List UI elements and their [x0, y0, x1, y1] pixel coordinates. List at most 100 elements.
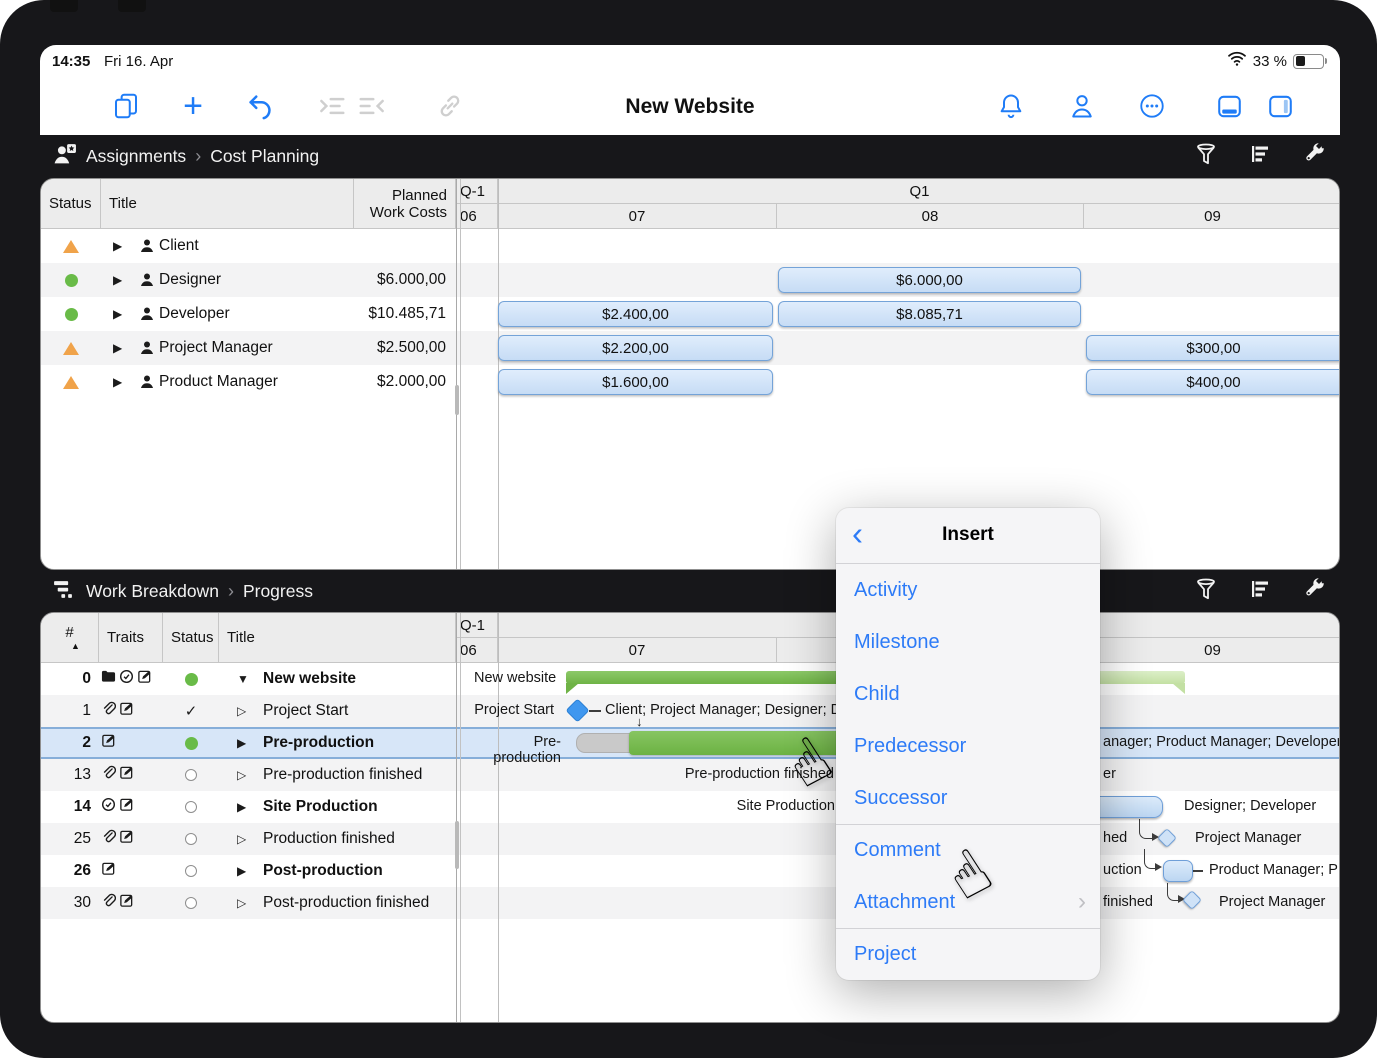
- more-button[interactable]: [1132, 86, 1172, 126]
- clock-icon: [119, 669, 134, 689]
- notifications-button[interactable]: [991, 86, 1031, 126]
- documents-button[interactable]: [106, 86, 146, 126]
- link-button[interactable]: [430, 86, 470, 126]
- cost-bar-developer-08[interactable]: $8.085,71: [778, 301, 1081, 327]
- disclosure-triangle[interactable]: ▼: [237, 663, 249, 695]
- pane2-breadcrumb[interactable]: Work Breakdown › Progress: [52, 570, 313, 613]
- col-header-planned-costs[interactable]: PlannedWork Costs: [354, 179, 456, 229]
- settings-wrench-icon[interactable]: [1302, 142, 1326, 171]
- cost-bar-developer-07[interactable]: $2.400,00: [498, 301, 773, 327]
- col-header-num[interactable]: #▲: [41, 613, 99, 663]
- menu-item-child[interactable]: Child: [836, 668, 1100, 720]
- col-header-status[interactable]: Status: [41, 179, 101, 229]
- col-header-title[interactable]: Title: [219, 613, 456, 663]
- paperclip-icon: [101, 701, 116, 721]
- pencil-icon: [119, 797, 134, 817]
- col-header-traits[interactable]: Traits: [99, 613, 163, 663]
- col-header-title[interactable]: Title: [101, 179, 354, 229]
- cost-bar-project-manager-09[interactable]: $300,00: [1086, 335, 1340, 361]
- gantt-resources-production-finished: Project Manager: [1195, 830, 1301, 846]
- right-panel-toggle[interactable]: [1260, 86, 1300, 126]
- disclosure-triangle[interactable]: ▶: [113, 297, 122, 331]
- filter-icon[interactable]: [1194, 142, 1218, 171]
- menu-item-predecessor[interactable]: Predecessor: [836, 720, 1100, 772]
- cost-bar-product-manager-09[interactable]: $400,00: [1086, 369, 1340, 395]
- resources-button[interactable]: [1062, 86, 1102, 126]
- clock-date: Fri 16. Apr: [104, 53, 173, 70]
- task-num: 0: [41, 663, 91, 695]
- table-chart-divider[interactable]: [456, 613, 457, 1022]
- outdent-button[interactable]: [352, 86, 392, 126]
- disclosure-triangle[interactable]: ▶: [237, 729, 246, 757]
- task-title: Post-production: [263, 855, 383, 887]
- gantt-resources-site-production: Designer; Developer: [1184, 798, 1316, 814]
- disclosure-triangle[interactable]: ▷: [237, 823, 246, 855]
- paperclip-icon: [101, 829, 116, 849]
- status-bar: 14:35 Fri 16. Apr 33 %: [40, 45, 1340, 78]
- planned-cost: [306, 229, 446, 263]
- gantt-resources-pre-production-tail: anager; Product Manager; Developer: [1103, 734, 1339, 750]
- bar-site-production[interactable]: [1091, 796, 1163, 818]
- add-button[interactable]: +: [173, 86, 213, 126]
- cost-bar-product-manager-07[interactable]: $1.600,00: [498, 369, 773, 395]
- status-cell: [41, 229, 101, 263]
- task-num: 25: [41, 823, 91, 855]
- gantt-label-project-start: Project Start: [469, 702, 554, 718]
- pane1-breadcrumb[interactable]: Assignments › Cost Planning: [52, 135, 319, 178]
- undo-button[interactable]: [240, 86, 280, 126]
- outline-view-icon[interactable]: [1248, 577, 1272, 606]
- gantt-label-new-website: New website: [474, 670, 556, 686]
- menu-item-successor[interactable]: Successor: [836, 772, 1100, 824]
- disclosure-triangle[interactable]: ▶: [113, 263, 122, 297]
- scroll-indicator[interactable]: [455, 385, 459, 415]
- traits-cell: [101, 855, 116, 887]
- dependency-link[interactable]: [1139, 819, 1153, 839]
- bar-post-production[interactable]: [1163, 860, 1193, 882]
- indent-button[interactable]: [312, 86, 352, 126]
- col-header-status[interactable]: Status: [163, 613, 219, 663]
- settings-wrench-icon[interactable]: [1302, 577, 1326, 606]
- dock-bottom-icon: [1215, 92, 1244, 121]
- pane1-section: Assignments: [86, 146, 186, 167]
- outline-view-icon[interactable]: [1248, 142, 1272, 171]
- disclosure-triangle[interactable]: ▷: [237, 695, 246, 727]
- pane1-header: Assignments › Cost Planning: [40, 135, 1340, 178]
- bottom-panel-toggle[interactable]: [1209, 86, 1249, 126]
- disclosure-triangle[interactable]: ▶: [113, 365, 122, 399]
- table-chart-divider[interactable]: [456, 179, 457, 569]
- summary-bar-right-point: [1172, 683, 1185, 694]
- cost-bar-project-manager-07[interactable]: $2.200,00: [498, 335, 773, 361]
- clock-time: 14:35: [52, 53, 90, 70]
- scroll-indicator[interactable]: [455, 821, 459, 869]
- traits-cell: [101, 887, 134, 919]
- status-cell: [163, 887, 219, 919]
- dock-right-icon: [1266, 92, 1295, 121]
- disclosure-triangle[interactable]: ▶: [113, 331, 122, 365]
- resource-row-designer[interactable]: ▶ Designer $6.000,00: [41, 263, 1339, 297]
- table-chart-divider-2: [460, 179, 461, 569]
- disclosure-triangle[interactable]: ▶: [237, 791, 246, 823]
- work-breakdown-table: #▲ Traits Status Title Q-1 Q1 06 07 08 0…: [40, 612, 1340, 1023]
- disclosure-triangle[interactable]: ▷: [237, 887, 246, 919]
- timeline-month-09: 09: [1084, 638, 1340, 663]
- filter-icon[interactable]: [1194, 577, 1218, 606]
- gantt-resources-post-production: Product Manager; Pr: [1209, 862, 1340, 878]
- disclosure-triangle[interactable]: ▷: [237, 759, 246, 791]
- paperclip-icon: [101, 765, 116, 785]
- pencil-icon: [101, 861, 116, 881]
- menu-item-activity[interactable]: Activity: [836, 564, 1100, 616]
- resource-title: Developer: [159, 297, 230, 331]
- pencil-icon: [119, 765, 134, 785]
- traits-cell: [101, 729, 116, 757]
- folder-icon: [101, 669, 116, 689]
- disclosure-triangle[interactable]: ▶: [237, 855, 246, 887]
- disclosure-triangle[interactable]: ▶: [113, 229, 122, 263]
- cost-planning-table: Status Title PlannedWork Costs Q-1 Q1 06…: [40, 178, 1340, 570]
- cost-bar-designer-08[interactable]: $6.000,00: [778, 267, 1081, 293]
- menu-item-project[interactable]: Project: [836, 928, 1100, 980]
- toolbar: + New Website: [40, 78, 1340, 135]
- status-cell: [163, 823, 219, 855]
- resource-row-client[interactable]: ▶ Client: [41, 229, 1339, 263]
- pencil-icon: [119, 893, 134, 913]
- menu-item-milestone[interactable]: Milestone: [836, 616, 1100, 668]
